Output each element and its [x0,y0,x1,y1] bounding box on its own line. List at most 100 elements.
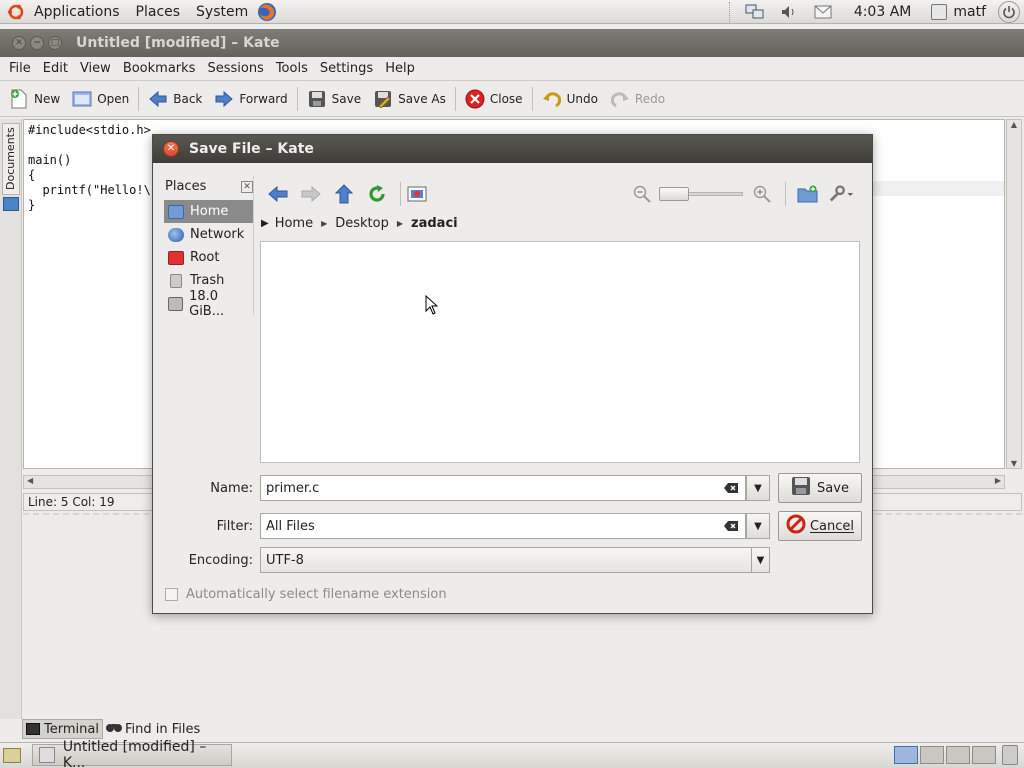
clear-text-icon[interactable] [721,480,741,496]
places-divider [253,175,254,315]
scroll-up-icon[interactable]: ▲ [1007,120,1021,129]
dialog-close-icon[interactable]: ✕ [163,141,179,157]
taskbar-kate[interactable]: Untitled [modified] – K... [32,739,232,768]
close-circle-icon [465,89,485,109]
code-line: printf("Hello!\n [28,183,159,197]
breadcrumb-arrow-icon[interactable]: ▶ [397,219,403,228]
dialog-titlebar[interactable]: ✕ Save File – Kate [153,135,872,163]
workspace-4[interactable] [972,746,996,764]
new-folder-icon[interactable] [795,182,821,206]
save-dialog-button[interactable]: Save [778,473,862,503]
filter-dropdown[interactable]: ▼ [746,513,770,539]
place-network[interactable]: Network [164,223,253,246]
breadcrumb: ▶ Home ▶ Desktop ▶ zadaci [261,216,458,231]
scroll-right-icon[interactable]: ▶ [995,476,1001,485]
breadcrumb-desktop[interactable]: Desktop [335,216,389,231]
breadcrumb-arrow-icon[interactable]: ▶ [321,219,327,228]
file-list-view[interactable] [260,241,860,463]
filter-field[interactable]: All Files [260,513,746,539]
preview-icon[interactable] [404,182,430,206]
show-desktop-icon[interactable] [3,748,21,763]
forward-button[interactable]: Forward [208,84,293,114]
nav-forward-icon[interactable] [298,182,324,206]
tool-views-bar: Terminal Find in Files [22,719,522,739]
reload-icon[interactable] [364,182,390,206]
editor-vertical-scrollbar[interactable]: ▲ ▼ [1006,119,1022,469]
name-history-dropdown[interactable]: ▼ [746,475,770,501]
undo-button[interactable]: Undo [536,84,604,114]
back-button[interactable]: Back [142,84,208,114]
save-button[interactable]: Save [301,84,367,114]
menu-view[interactable]: View [74,57,117,81]
kate-titlebar[interactable]: ✕ − □ Untitled [modified] – Kate [0,29,1024,57]
terminal-tab[interactable]: Terminal [22,719,103,739]
menu-sessions[interactable]: Sessions [201,57,269,81]
close-icon[interactable]: ✕ [12,36,26,50]
options-wrench-icon[interactable] [828,182,854,206]
minimize-icon[interactable]: − [30,36,44,50]
globe-icon [168,227,184,242]
open-button[interactable]: Open [66,84,135,114]
maximize-icon[interactable]: □ [48,36,62,50]
place-root[interactable]: Root [164,246,253,269]
auto-extension-checkbox[interactable]: Automatically select filename extension [165,587,447,602]
checkbox-box[interactable] [165,588,178,601]
close-places-icon[interactable]: ✕ [241,180,253,193]
ubuntu-logo-icon[interactable] [6,2,26,22]
main-toolbar: New Open Back Forward Save Save As Close… [0,81,1024,117]
volume-icon[interactable] [778,3,800,21]
applications-menu[interactable]: Applications [26,0,128,24]
clock[interactable]: 4:03 AM [854,4,912,20]
workspace-1[interactable] [894,746,918,764]
scroll-down-icon[interactable]: ▼ [1007,459,1021,468]
menu-settings[interactable]: Settings [314,57,379,81]
zoom-out-icon[interactable] [629,182,655,206]
places-list: Home Network Root Trash 18.0 GiB... [164,200,253,340]
network-icon[interactable] [744,3,766,21]
nav-back-icon[interactable] [265,182,291,206]
zoom-slider[interactable] [659,187,743,201]
new-button[interactable]: New [3,84,66,114]
clear-text-icon[interactable] [721,518,741,534]
place-home[interactable]: Home [164,200,253,223]
trash-icon[interactable] [1002,745,1018,765]
zoom-in-icon[interactable] [749,182,775,206]
firefox-icon[interactable] [256,1,278,23]
mail-icon[interactable] [812,3,834,21]
find-in-files-tab[interactable]: Find in Files [103,719,203,739]
system-menu[interactable]: System [188,0,256,24]
scroll-left-icon[interactable]: ◀ [27,476,33,485]
zoom-slider-handle[interactable] [659,187,689,201]
encoding-row: Encoding: UTF-8 ▼ [153,547,770,573]
save-as-button[interactable]: Save As [367,84,452,114]
place-drive[interactable]: 18.0 GiB... [164,289,253,319]
cancel-button[interactable]: Cancel [778,511,862,541]
workspace-2[interactable] [920,746,944,764]
menu-tools[interactable]: Tools [270,57,314,81]
user-name[interactable]: matf [953,4,986,20]
workspace-3[interactable] [946,746,970,764]
document-icon[interactable] [3,197,19,211]
encoding-select[interactable]: UTF-8 ▼ [260,547,770,573]
breadcrumb-home[interactable]: Home [275,216,313,231]
redo-button[interactable]: Redo [604,84,671,114]
save-file-dialog: ✕ Save File – Kate Places ✕ Home Network… [152,134,873,614]
kate-app-icon [39,747,55,763]
power-icon[interactable] [998,0,1020,23]
menu-edit[interactable]: Edit [37,57,74,81]
breadcrumb-root-arrow-icon[interactable]: ▶ [261,218,269,229]
nav-up-icon[interactable] [331,182,357,206]
close-button[interactable]: Close [459,84,529,114]
toolbar-separator [531,86,533,111]
documents-tab[interactable]: Documents [2,123,20,195]
name-row: Name: primer.c ▼ Save [153,473,862,503]
name-field[interactable]: primer.c [260,475,746,501]
breadcrumb-zadaci[interactable]: zadaci [411,216,458,231]
places-menu[interactable]: Places [128,0,189,24]
save-as-icon [373,89,393,109]
menu-file[interactable]: File [3,57,37,81]
code-line: main() [28,153,72,167]
menu-bookmarks[interactable]: Bookmarks [117,57,202,81]
drive-icon [168,296,184,311]
menu-help[interactable]: Help [379,57,421,81]
